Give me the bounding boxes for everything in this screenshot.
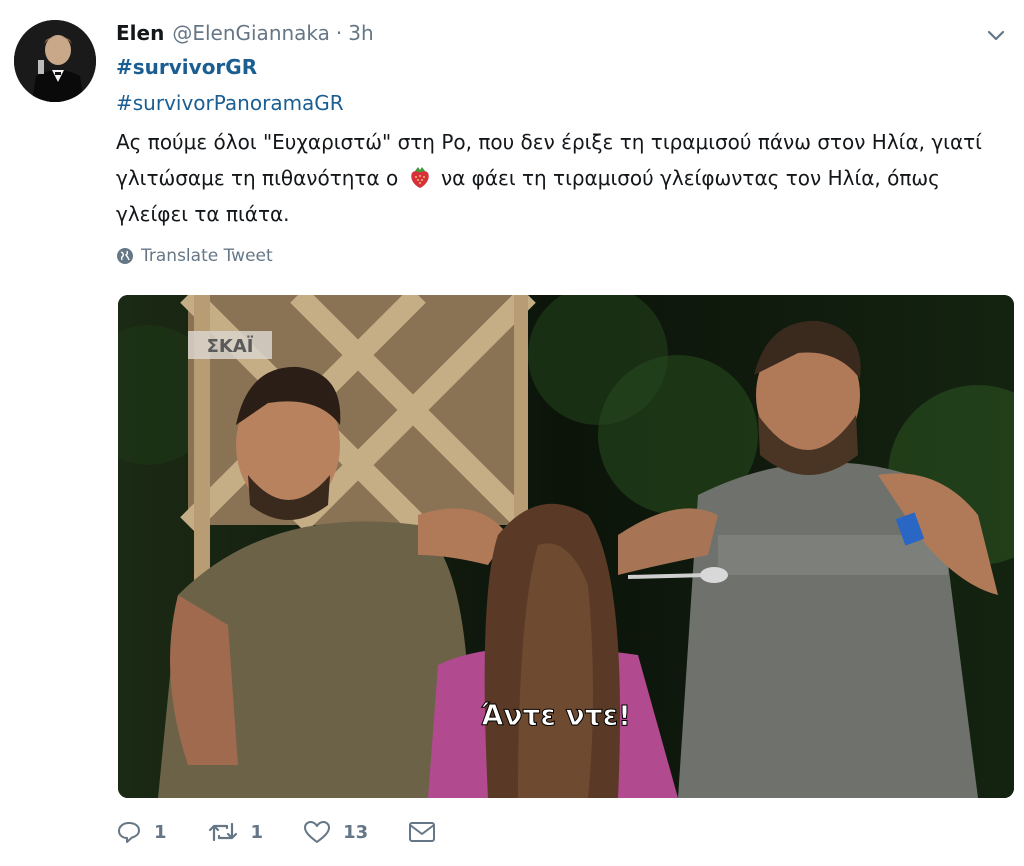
hashtag-survivorgr[interactable]: #survivorGR — [116, 55, 257, 79]
strawberry-icon — [410, 167, 429, 188]
video-subtitle: Άντε ντε! — [481, 699, 631, 732]
more-options-button[interactable] — [984, 24, 1008, 48]
avatar[interactable] — [14, 20, 96, 102]
retweet-icon — [208, 822, 237, 842]
globe-icon — [117, 248, 133, 264]
reply-button[interactable]: 1 — [116, 820, 167, 844]
separator-dot: · — [335, 21, 343, 45]
display-name[interactable]: Elen — [116, 21, 164, 45]
translate-label: Translate Tweet — [141, 246, 273, 266]
tweet-header: Elen @ElenGiannaka · 3h — [116, 18, 374, 48]
direct-message-button[interactable] — [408, 821, 436, 843]
media-image: ΣΚΑΪ Άντε ντε! — [118, 295, 1014, 798]
retweet-count: 1 — [250, 821, 264, 843]
envelope-icon — [409, 822, 436, 842]
user-handle[interactable]: @ElenGiannaka — [172, 21, 330, 45]
retweet-button[interactable]: 1 — [207, 820, 264, 844]
chevron-down-icon — [987, 30, 1005, 41]
tweet-actions: 1 1 13 — [116, 820, 476, 844]
tweet-text: Ας πούμε όλοι "Ευχαριστώ" στη Ρο, που δε… — [116, 124, 996, 232]
like-button[interactable]: 13 — [303, 820, 368, 844]
reply-count: 1 — [154, 821, 167, 843]
heart-icon — [304, 821, 331, 843]
channel-logo: ΣΚΑΪ — [207, 335, 254, 357]
timestamp[interactable]: 3h — [348, 21, 373, 45]
avatar-image — [14, 20, 96, 102]
tweet-media[interactable]: ΣΚΑΪ Άντε ντε! — [118, 295, 1014, 798]
like-count: 13 — [343, 821, 369, 843]
translate-tweet-link[interactable]: Translate Tweet — [116, 246, 273, 266]
hashtag-survivorpanoramagr[interactable]: #survivorPanoramaGR — [116, 91, 344, 115]
reply-icon — [118, 822, 140, 843]
